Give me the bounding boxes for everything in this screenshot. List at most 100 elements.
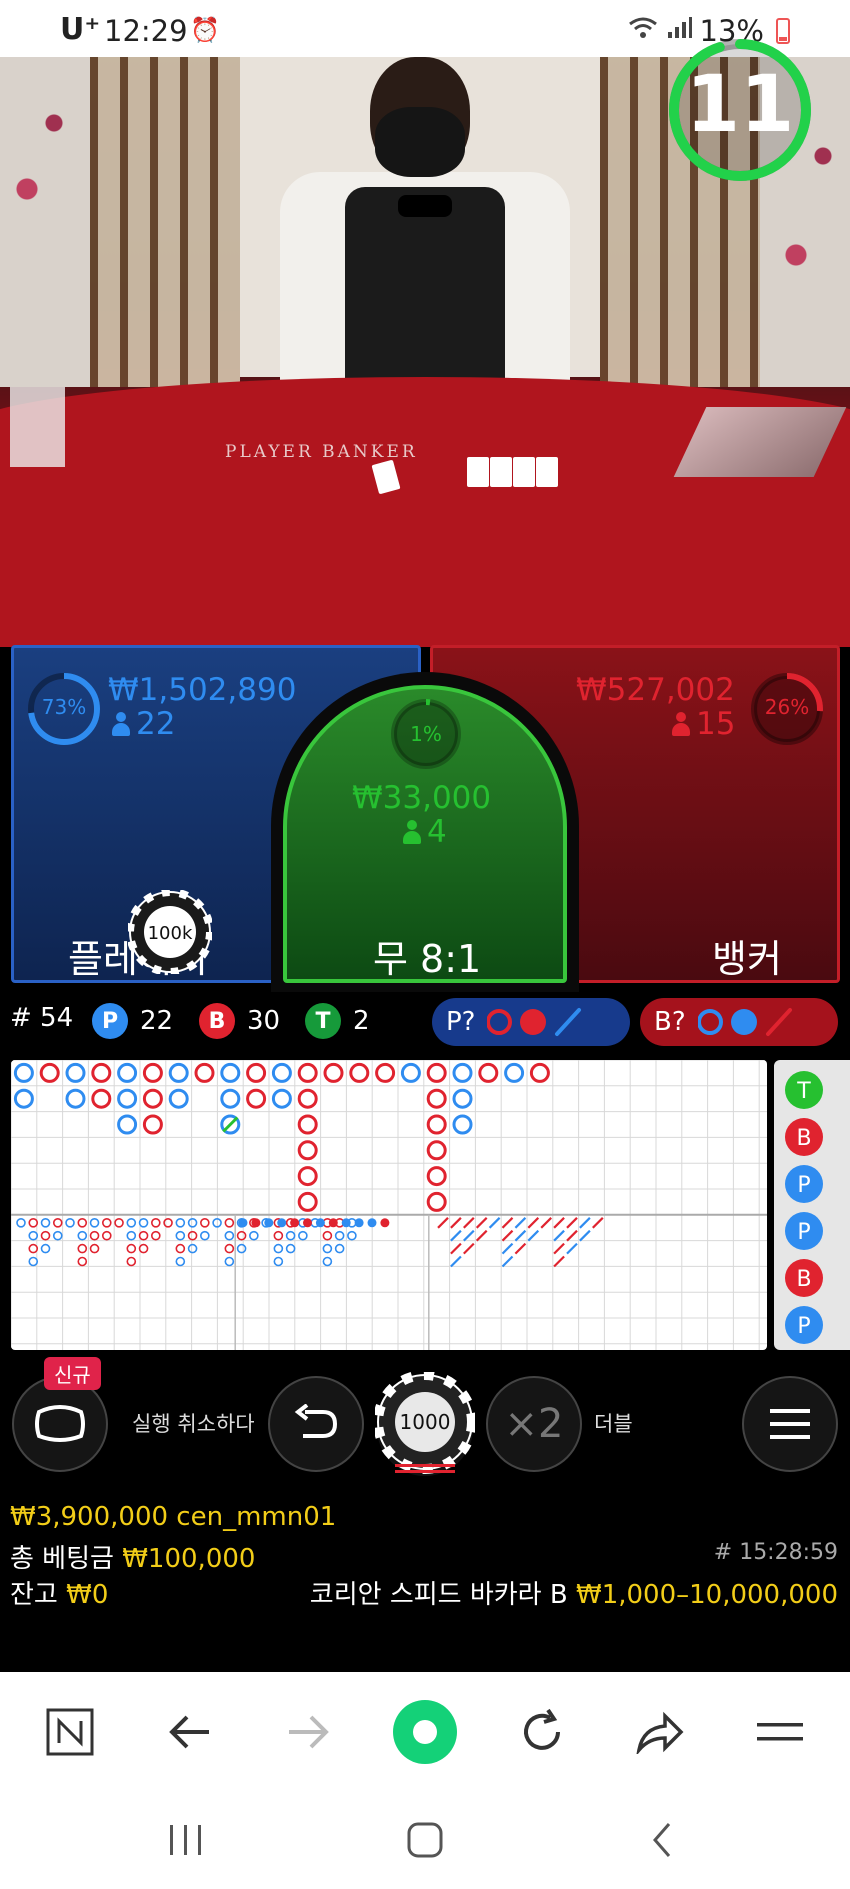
big-road-mark — [13, 1088, 34, 1109]
big-eye-mark — [89, 1230, 100, 1241]
double-label: 더블 — [594, 1412, 633, 1436]
browser-toolbar — [0, 1672, 850, 1787]
big-eye-mark — [77, 1243, 88, 1254]
double-button[interactable]: ×2 — [486, 1376, 582, 1472]
home-button[interactable] — [395, 1815, 455, 1865]
big-road-mark — [426, 1062, 447, 1083]
small-road-mark — [341, 1218, 351, 1228]
player-bettor-count: 22 — [112, 706, 175, 742]
banker-bettor-count: 15 — [672, 706, 735, 742]
big-eye-mark — [285, 1243, 296, 1254]
browser-menu-button[interactable] — [750, 1702, 810, 1762]
big-eye-mark — [334, 1230, 345, 1241]
tie-bettor-count: 4 — [403, 814, 447, 850]
placed-chip-value: 100k — [148, 923, 193, 944]
cockroach-mark — [553, 1242, 565, 1255]
cockroach-mark — [450, 1217, 462, 1229]
arrow-right-icon — [289, 1715, 329, 1749]
small-road-mark — [290, 1218, 300, 1228]
back-button[interactable] — [160, 1702, 220, 1762]
big-eye-mark — [200, 1218, 210, 1228]
big-eye-mark — [126, 1218, 137, 1228]
table-printed-text: PLAYER BANKER — [225, 442, 418, 462]
big-eye-mark — [16, 1218, 26, 1228]
forward-button[interactable] — [278, 1702, 338, 1762]
big-road-mark — [246, 1062, 267, 1083]
small-road-mark — [367, 1218, 377, 1228]
bead-road-label: T — [796, 1079, 811, 1104]
cockroach-mark — [475, 1229, 488, 1242]
big-eye-mark — [187, 1230, 198, 1241]
big-road-mark — [117, 1088, 138, 1109]
bead-road-label: B — [796, 1267, 811, 1292]
clock: 12:29 — [104, 14, 188, 48]
system-back-button[interactable] — [632, 1815, 692, 1865]
cockroach-mark — [514, 1217, 527, 1229]
big-eye-mark — [175, 1243, 186, 1254]
new-badge: 신규 — [44, 1357, 101, 1390]
big-eye-mark — [77, 1256, 88, 1267]
big-eye-mark — [126, 1230, 137, 1241]
new-feature-button[interactable] — [12, 1376, 108, 1472]
table-shape-icon — [35, 1405, 85, 1442]
big-road-mark — [297, 1166, 318, 1187]
dealer-vest — [345, 187, 505, 407]
card-deck — [10, 387, 65, 467]
big-eye-mark — [77, 1230, 88, 1241]
big-eye-mark — [28, 1256, 39, 1267]
naver-home-button[interactable] — [40, 1702, 100, 1762]
big-road-mark — [168, 1088, 189, 1109]
small-road-mark — [380, 1218, 390, 1228]
home-icon — [407, 1822, 443, 1858]
big-eye-mark — [126, 1243, 137, 1254]
recent-apps-button[interactable] — [156, 1815, 216, 1865]
big-eye-mark — [89, 1243, 100, 1254]
placed-chip-100k[interactable]: 100k — [128, 890, 212, 974]
big-road-mark — [142, 1062, 163, 1083]
big-road-mark — [194, 1062, 215, 1083]
undo-button[interactable] — [268, 1376, 364, 1472]
tie-win-count: T 2 — [305, 1003, 370, 1039]
double-symbol: ×2 — [504, 1401, 564, 1447]
bead-road-label: B — [796, 1126, 811, 1151]
big-eye-mark — [273, 1256, 284, 1267]
arrow-left-icon — [169, 1715, 209, 1749]
cockroach-mark — [592, 1217, 604, 1229]
cockroach-mark — [450, 1242, 462, 1255]
chip-value: 1000 — [400, 1410, 451, 1434]
big-eye-mark — [236, 1230, 247, 1241]
big-eye-mark — [126, 1256, 137, 1267]
big-road-mark — [375, 1062, 396, 1083]
menu-button[interactable] — [742, 1376, 838, 1472]
naver-n-icon — [46, 1708, 94, 1756]
road-map-board[interactable] — [11, 1060, 767, 1350]
big-eye-mark — [273, 1243, 284, 1254]
big-eye-mark — [114, 1218, 124, 1228]
bead-road-strip[interactable]: TBPPBP — [774, 1060, 850, 1350]
big-road-mark — [426, 1166, 447, 1187]
refresh-button[interactable] — [512, 1702, 572, 1762]
bead-road-label: P — [797, 1314, 810, 1339]
big-road-mark — [91, 1062, 112, 1083]
green-dot-button[interactable] — [390, 1697, 460, 1767]
big-road-mark — [220, 1088, 241, 1109]
big-road-mark — [297, 1088, 318, 1109]
big-road-mark — [426, 1114, 447, 1135]
share-button[interactable] — [630, 1702, 690, 1762]
player-win-count: P 22 — [92, 1003, 173, 1039]
total-bet-value: ₩100,000 — [122, 1544, 256, 1574]
big-eye-mark — [151, 1230, 161, 1241]
big-road-mark — [426, 1191, 447, 1212]
banker-badge: B — [199, 1003, 235, 1039]
cockroach-mark — [566, 1217, 578, 1229]
chip-selector[interactable]: 1000 — [375, 1372, 475, 1478]
undo-label: 실행 취소하다 — [132, 1412, 255, 1436]
player-count-value: 22 — [140, 1006, 174, 1036]
big-eye-mark — [163, 1218, 173, 1228]
predict-banker-button[interactable]: B? — [640, 998, 838, 1046]
big-eye-mark — [322, 1256, 333, 1267]
big-road-mark — [529, 1062, 550, 1083]
predict-player-button[interactable]: P? — [432, 998, 630, 1046]
recent-apps-icon — [170, 1825, 201, 1855]
big-eye-mark — [322, 1243, 333, 1254]
